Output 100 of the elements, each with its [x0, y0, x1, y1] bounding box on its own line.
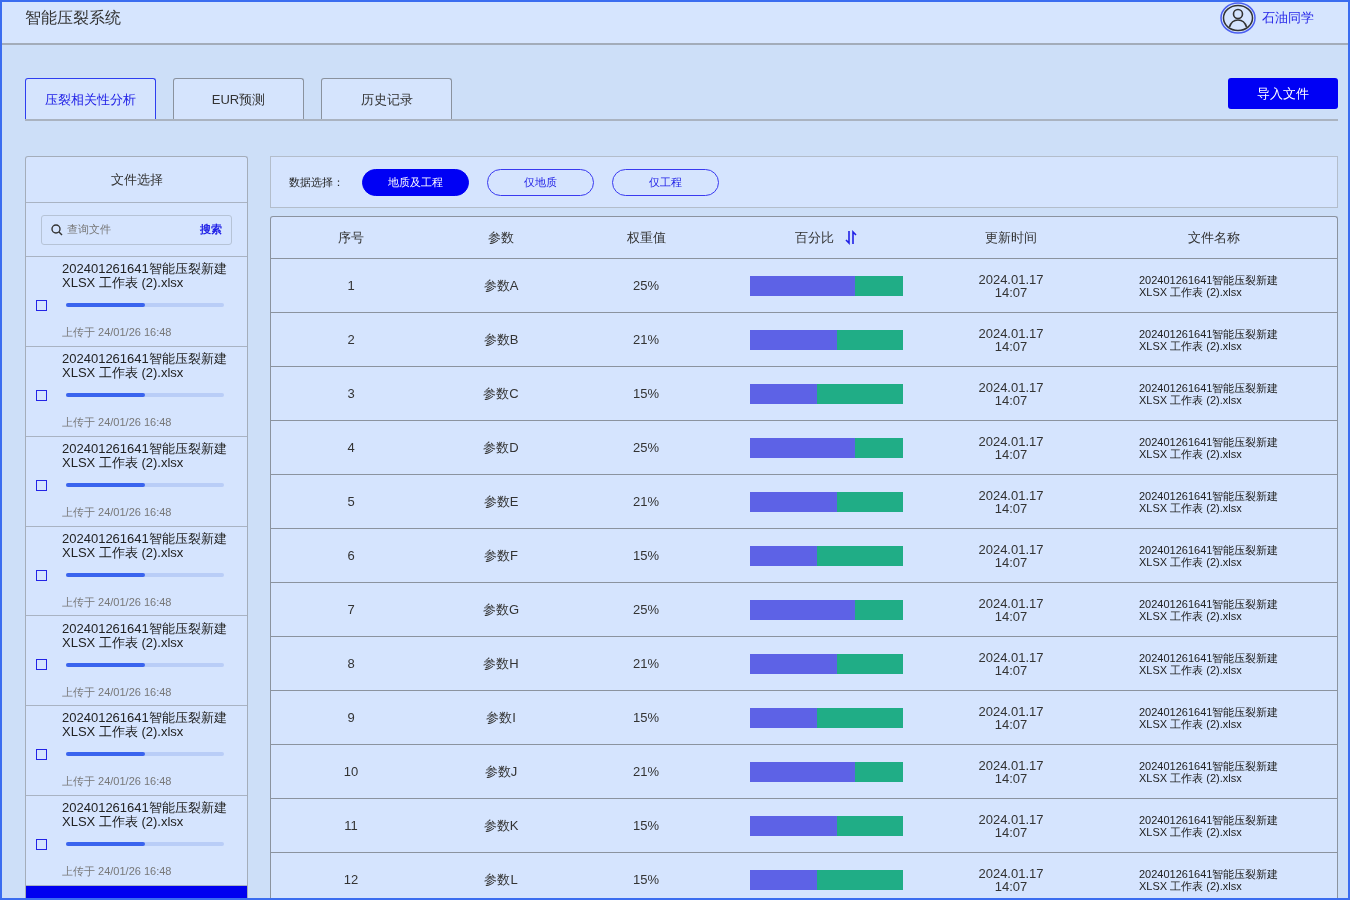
- table-cell-text: 21%: [633, 492, 659, 511]
- table-cell-text: 参数A: [483, 276, 519, 295]
- table-cell-text: 7: [347, 600, 355, 619]
- table-cell-text: 参数B: [483, 330, 519, 349]
- table-cell-text: 25%: [633, 276, 659, 295]
- table-cell-text: 参数F: [484, 546, 518, 565]
- table-cell-text: 6: [347, 546, 355, 565]
- table-cell: 2024.01.17: [978, 272, 1044, 286]
- file-name: 202401261641智能压裂新建 XLSX 工作表 (2).xlsx: [62, 531, 228, 560]
- table-cell: 2024.01.17: [978, 758, 1044, 772]
- filter-label: 数据选择：: [289, 174, 344, 190]
- file-name: 202401261641智能压裂新建 XLSX 工作表 (2).xlsx: [62, 711, 228, 740]
- user-name[interactable]: 石油同学: [1262, 8, 1314, 28]
- sidebar-title: 文件选择: [110, 170, 163, 189]
- table-cell-text: 202401261641智能压裂新建 XLSX 工作表 (2).xlsx: [1139, 273, 1280, 298]
- checkbox[interactable]: [36, 569, 47, 581]
- upload-time: 上传于 24/01/26 16:48: [62, 325, 173, 341]
- column-header: 百分比: [794, 228, 834, 247]
- table-cell-text: 21%: [633, 330, 659, 349]
- table-cell-text: 15%: [633, 384, 659, 403]
- table-cell-text: 4: [347, 438, 355, 457]
- checkbox[interactable]: [36, 299, 47, 311]
- upload-time: 上传于 24/01/26 16:48: [62, 594, 173, 610]
- column-header: 序号: [338, 228, 364, 247]
- table-cell-text: 8: [347, 654, 355, 673]
- table-cell-text: 15%: [633, 870, 659, 889]
- tab[interactable]: 历史记录: [321, 78, 452, 119]
- checkbox[interactable]: [36, 389, 47, 401]
- table-cell-text: 参数H: [483, 654, 519, 673]
- table-cell-text: 25%: [633, 438, 659, 457]
- search-button[interactable]: 搜索: [200, 221, 222, 238]
- upload-time: 上传于 24/01/26 16:48: [62, 774, 173, 790]
- upload-time: 上传于 24/01/26 16:48: [62, 864, 173, 880]
- checkbox[interactable]: [36, 749, 47, 761]
- column-header: 参数: [488, 228, 514, 247]
- table-cell: 2024.01.17: [978, 542, 1044, 556]
- checkbox[interactable]: [36, 839, 47, 851]
- table-cell-text: 12: [343, 870, 359, 889]
- table-cell-text: 参数D: [483, 438, 519, 457]
- table-cell: 14:07: [994, 663, 1028, 677]
- table-cell-text: 参数J: [484, 762, 518, 781]
- upload-time: 上传于 24/01/26 16:48: [62, 684, 173, 700]
- table-cell: 2024.01.17: [978, 596, 1044, 610]
- table-cell-text: 202401261641智能压裂新建 XLSX 工作表 (2).xlsx: [1139, 759, 1280, 784]
- table-cell-text: 参数G: [482, 600, 520, 619]
- table-cell: 14:07: [994, 879, 1028, 893]
- table-cell-text: 15%: [633, 546, 659, 565]
- table-cell: 2024.01.17: [978, 812, 1044, 826]
- table-cell: 2024.01.17: [978, 866, 1044, 880]
- file-name: 202401261641智能压裂新建 XLSX 工作表 (2).xlsx: [62, 441, 228, 470]
- column-header: 权重值: [626, 228, 666, 247]
- table-cell: 14:07: [994, 447, 1028, 461]
- file-name: 202401261641智能压裂新建 XLSX 工作表 (2).xlsx: [62, 262, 228, 291]
- column-header: 更新时间: [985, 228, 1037, 247]
- tab[interactable]: EUR预测: [173, 78, 304, 119]
- table-cell-text: 202401261641智能压裂新建 XLSX 工作表 (2).xlsx: [1139, 489, 1280, 514]
- table-cell-text: 202401261641智能压裂新建 XLSX 工作表 (2).xlsx: [1139, 813, 1280, 838]
- table-cell-text: 2: [347, 330, 355, 349]
- table-cell: 14:07: [994, 501, 1028, 515]
- upload-time: 上传于 24/01/26 16:48: [62, 504, 173, 520]
- table-cell: 2024.01.17: [978, 488, 1044, 502]
- table-cell-text: 202401261641智能压裂新建 XLSX 工作表 (2).xlsx: [1139, 543, 1280, 568]
- upload-time: 上传于 24/01/26 16:48: [62, 415, 173, 431]
- table-cell-text: 202401261641智能压裂新建 XLSX 工作表 (2).xlsx: [1139, 327, 1280, 352]
- search-field[interactable]: 查询文件 搜索: [41, 214, 232, 245]
- table-cell: 14:07: [994, 825, 1028, 839]
- table-cell: 14:07: [994, 339, 1028, 353]
- table-cell-text: 202401261641智能压裂新建 XLSX 工作表 (2).xlsx: [1139, 435, 1280, 460]
- checkbox[interactable]: [36, 659, 47, 671]
- table-cell-text: 参数E: [483, 492, 519, 511]
- import-button[interactable]: 导入文件: [1228, 78, 1338, 109]
- table-cell-text: 21%: [633, 762, 659, 781]
- table-cell: 14:07: [994, 609, 1028, 623]
- table-cell: 14:07: [994, 555, 1028, 569]
- table-cell-text: 202401261641智能压裂新建 XLSX 工作表 (2).xlsx: [1139, 381, 1280, 406]
- table-cell-text: 9: [347, 708, 355, 727]
- table-cell-text: 参数C: [483, 384, 519, 403]
- user-avatar-icon[interactable]: [1220, 2, 1256, 34]
- table-cell: 2024.01.17: [978, 380, 1044, 394]
- table-cell-text: 5: [347, 492, 355, 511]
- file-name: 202401261641智能压裂新建 XLSX 工作表 (2).xlsx: [62, 352, 228, 381]
- app-title: 智能压裂系统: [25, 8, 121, 28]
- table-cell-text: 21%: [633, 654, 659, 673]
- file-name: 202401261641智能压裂新建 XLSX 工作表 (2).xlsx: [62, 621, 228, 650]
- sort-icon[interactable]: [843, 230, 858, 245]
- column-header: 文件名称: [1188, 228, 1240, 247]
- search-icon: [51, 223, 63, 236]
- tab[interactable]: 压裂相关性分析: [25, 78, 156, 119]
- table-cell-text: 10: [343, 762, 359, 781]
- table-cell-text: 202401261641智能压裂新建 XLSX 工作表 (2).xlsx: [1139, 651, 1280, 676]
- table-cell-text: 15%: [633, 816, 659, 835]
- table-cell: 14:07: [994, 771, 1028, 785]
- table-cell-text: 参数I: [486, 708, 516, 727]
- table-cell-text: 1: [347, 276, 355, 295]
- table-cell: 14:07: [994, 393, 1028, 407]
- table-cell: 14:07: [994, 285, 1028, 299]
- table-cell-text: 15%: [633, 708, 659, 727]
- checkbox[interactable]: [36, 479, 47, 491]
- table-cell: 2024.01.17: [978, 650, 1044, 664]
- filter-chip[interactable]: 地质及工程: [362, 168, 469, 196]
